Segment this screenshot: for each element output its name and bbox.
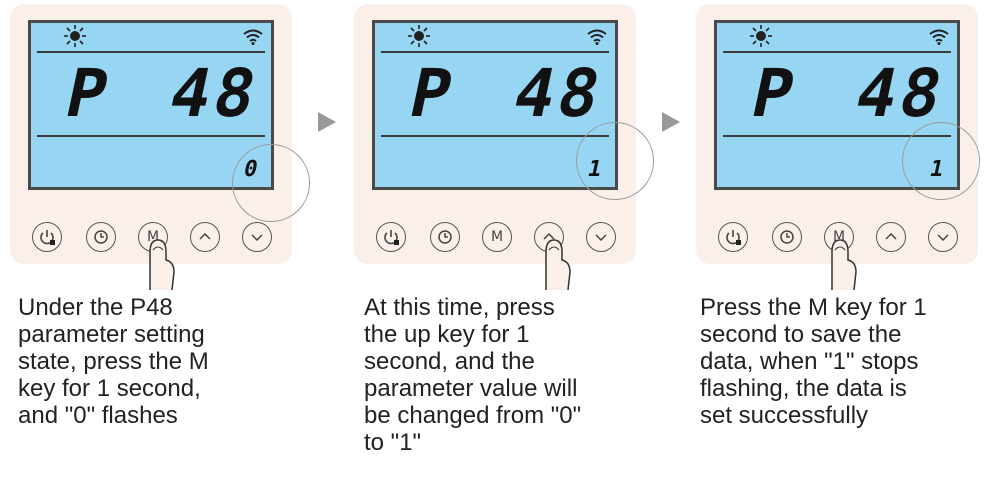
step-3-caption: Press the M key for 1 second to save the… (700, 294, 927, 429)
value-highlight-circle (576, 122, 654, 200)
thermostat-panel-step-1: P 48 0 M (10, 4, 310, 290)
parameter-number: 48 (506, 55, 611, 132)
lcd-divider-top (381, 51, 609, 53)
down-chevron-icon (937, 234, 949, 242)
down-chevron-icon (595, 234, 607, 242)
next-arrow-icon (318, 112, 336, 132)
lcd-divider-bottom (37, 135, 265, 137)
clock-icon (438, 230, 452, 244)
thermostat-panel-step-3: P 48 1 M (696, 4, 980, 290)
mode-button[interactable]: M (482, 222, 512, 252)
clock-button[interactable] (86, 222, 116, 252)
button-row: M (354, 222, 636, 262)
parameter-number: 48 (162, 55, 267, 132)
up-button[interactable] (190, 222, 220, 252)
thermostat-panel-step-2: P 48 1 M (354, 4, 654, 290)
next-arrow-icon (662, 112, 680, 132)
sun-icon (64, 25, 86, 47)
up-button[interactable] (876, 222, 906, 252)
power-lock-icon (384, 230, 399, 245)
up-chevron-icon (885, 232, 897, 240)
down-chevron-icon (251, 234, 263, 242)
step-2-caption: At this time, press the up key for 1 sec… (364, 294, 582, 456)
down-button[interactable] (586, 222, 616, 252)
clock-button[interactable] (772, 222, 802, 252)
sun-icon (750, 25, 772, 47)
lcd-divider-top (723, 51, 951, 53)
up-chevron-icon (199, 232, 211, 240)
clock-button[interactable] (430, 222, 460, 252)
clock-icon (780, 230, 794, 244)
lcd-divider-top (37, 51, 265, 53)
power-lock-icon (726, 230, 741, 245)
wifi-icon (587, 29, 607, 45)
down-button[interactable] (242, 222, 272, 252)
wifi-icon (929, 29, 949, 45)
value-highlight-circle (902, 122, 980, 200)
power-button[interactable] (32, 222, 62, 252)
parameter-number: 48 (848, 55, 953, 132)
finger-icon (149, 239, 175, 290)
mode-button-label: M (490, 229, 504, 245)
clock-icon (94, 230, 108, 244)
power-button[interactable] (376, 222, 406, 252)
step-1-caption: Under the P48 parameter setting state, p… (18, 294, 209, 429)
finger-icon (545, 239, 571, 290)
value-highlight-circle (232, 144, 310, 222)
wifi-icon (243, 29, 263, 45)
lcd-divider-bottom (381, 135, 609, 137)
down-button[interactable] (928, 222, 958, 252)
power-button[interactable] (718, 222, 748, 252)
power-lock-icon (40, 230, 55, 245)
parameter-letter: P (744, 55, 802, 132)
parameter-letter: P (402, 55, 460, 132)
sun-icon (408, 25, 430, 47)
parameter-letter: P (58, 55, 116, 132)
finger-icon (831, 239, 857, 290)
